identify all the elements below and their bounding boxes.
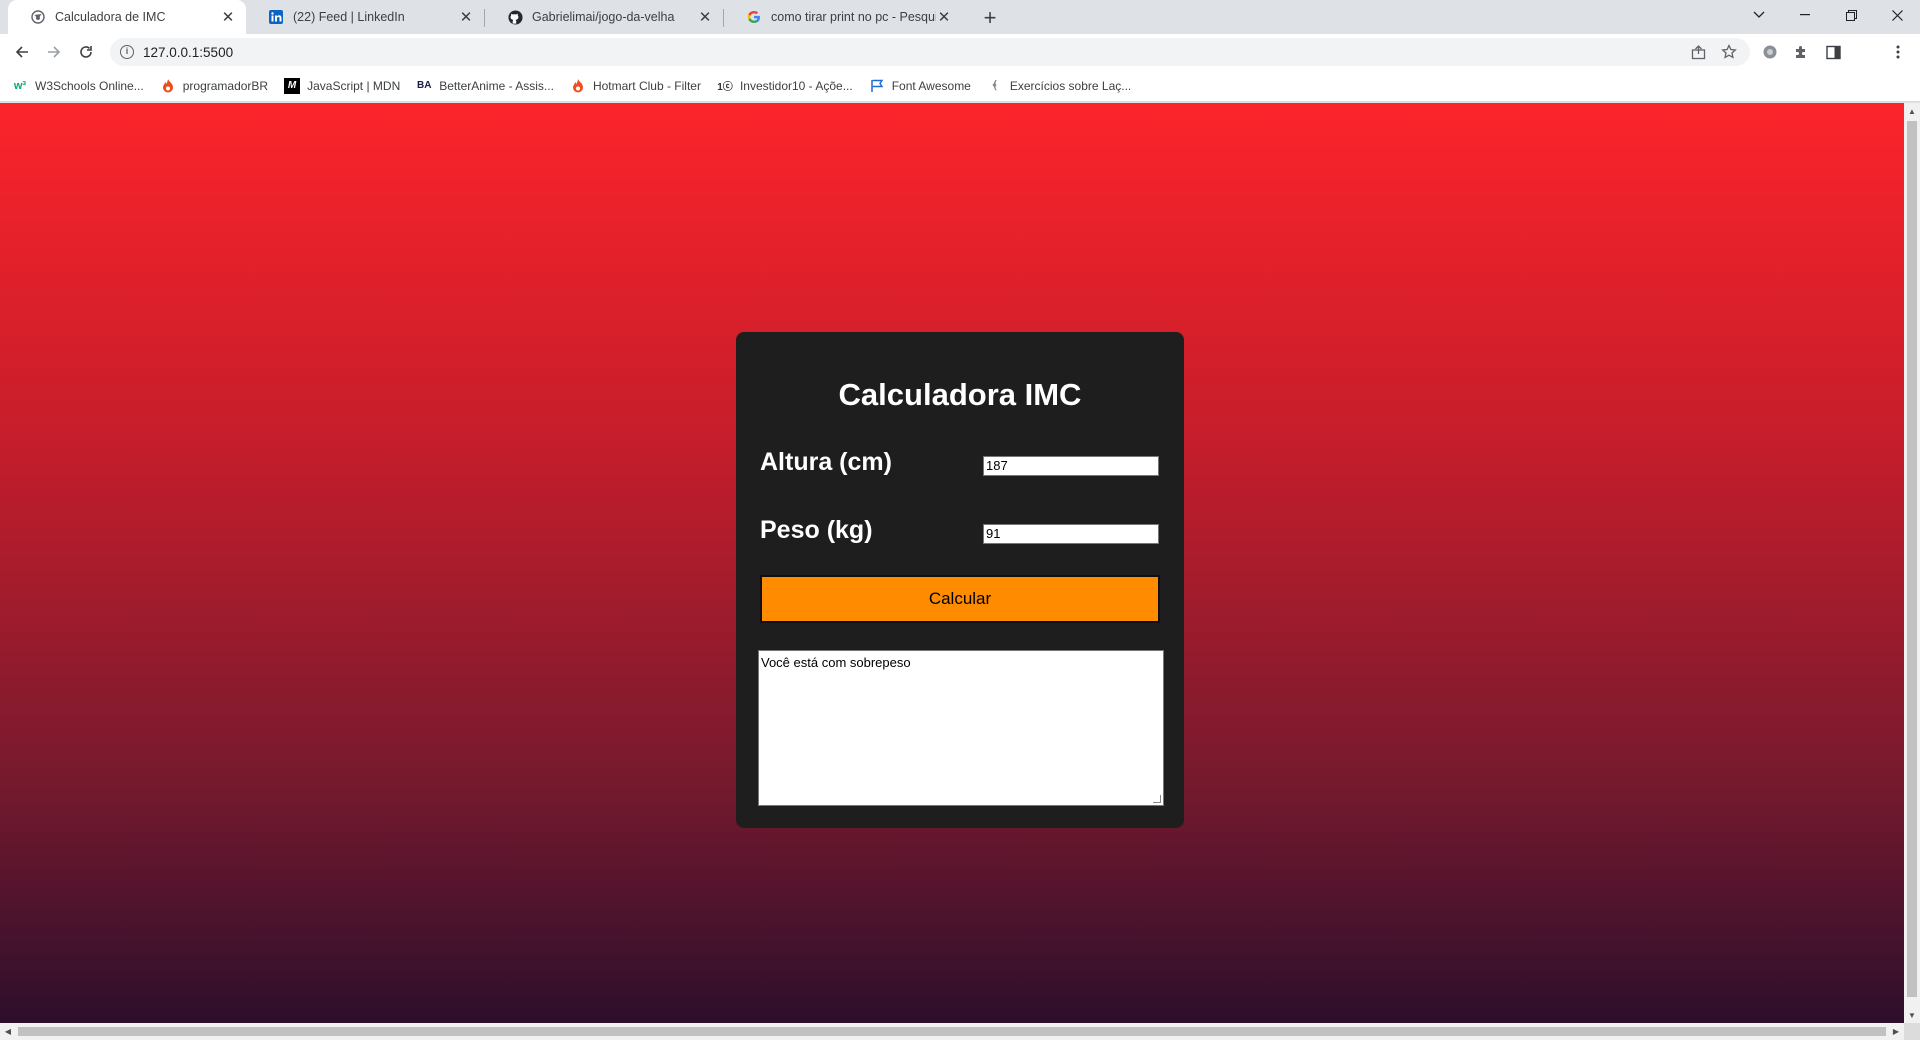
scroll-right-icon[interactable]: ▶ <box>1888 1023 1904 1040</box>
bookmark-label: Investidor10 - Açõe... <box>739 78 853 93</box>
close-icon[interactable]: ✕ <box>697 9 713 26</box>
bookmark-label: programadorBR <box>182 78 269 93</box>
page-title: Calculadora IMC <box>838 377 1082 412</box>
height-label: Altura (cm) <box>760 448 892 476</box>
bookmark-betteranime[interactable]: BA BetterAnime - Assis... <box>416 78 554 94</box>
browser-toolbar: i 127.0.0.1:5500 <box>0 34 1920 98</box>
fire-icon <box>160 78 176 94</box>
betteranime-icon: BA <box>417 80 432 91</box>
investidor10-icon: 1ⓒ <box>717 82 733 93</box>
close-window-button[interactable] <box>1874 0 1920 30</box>
weight-input[interactable]: 91 <box>983 524 1159 544</box>
bookmark-investidor10[interactable]: 1ⓒ Investidor10 - Açõe... <box>717 78 853 94</box>
bookmark-label: JavaScript | MDN <box>307 78 401 93</box>
bookmark-w3schools[interactable]: w³ W3Schools Online... <box>12 78 144 94</box>
forward-button[interactable] <box>40 38 68 66</box>
page-viewport: Calculadora IMC Altura (cm) 187 Peso (kg… <box>0 103 1904 1023</box>
bookmark-label: W3Schools Online... <box>35 78 144 93</box>
star-icon[interactable] <box>1719 42 1739 62</box>
tab-github[interactable]: Gabrielimai/jogo-da-velha ✕ <box>485 0 723 34</box>
tab-calculadora[interactable]: Calculadora de IMC ✕ <box>8 0 246 34</box>
scroll-up-icon[interactable]: ▲ <box>1904 103 1920 119</box>
result-text: Você está com sobrepeso <box>761 655 911 670</box>
tab-title: Calculadora de IMC <box>55 10 166 24</box>
page-icon: ﴾ <box>991 80 999 92</box>
share-icon[interactable] <box>1688 42 1708 62</box>
horizontal-scrollbar[interactable]: ◀ ▶ <box>0 1023 1904 1040</box>
extension-icon[interactable] <box>1760 42 1780 62</box>
imc-calculator-card: Calculadora IMC Altura (cm) 187 Peso (kg… <box>736 332 1184 828</box>
tab-search-button[interactable] <box>1736 0 1782 30</box>
scroll-left-icon[interactable]: ◀ <box>0 1023 16 1040</box>
close-icon[interactable]: ✕ <box>936 9 952 26</box>
menu-icon[interactable] <box>1888 42 1908 62</box>
linkedin-icon <box>268 9 284 25</box>
url-text: 127.0.0.1:5500 <box>143 44 234 60</box>
back-button[interactable] <box>8 38 36 66</box>
new-tab-button[interactable]: + <box>977 5 1003 31</box>
bookmark-mdn[interactable]: M JavaScript | MDN <box>284 77 401 94</box>
tab-linkedin[interactable]: (22) Feed | LinkedIn ✕ <box>246 0 484 34</box>
address-bar[interactable]: i 127.0.0.1:5500 <box>110 38 1750 66</box>
tab-title: Gabrielimai/jogo-da-velha <box>532 10 675 24</box>
result-textarea[interactable]: Você está com sobrepeso <box>758 650 1164 806</box>
globe-icon <box>30 9 46 25</box>
bookmark-exercicios[interactable]: ﴾ Exercícios sobre Laç... <box>987 78 1132 94</box>
scroll-down-icon[interactable]: ▼ <box>1904 1007 1920 1023</box>
tab-title: (22) Feed | LinkedIn <box>293 10 405 24</box>
scrollbar-corner <box>1904 1023 1920 1040</box>
calculate-button[interactable]: Calcular <box>760 575 1160 623</box>
bookmarks-bar: w³ W3Schools Online... programadorBR M J… <box>0 70 1920 102</box>
bookmark-label: Font Awesome <box>891 78 971 93</box>
github-icon <box>507 9 523 25</box>
bookmark-hotmart[interactable]: Hotmart Club - Filter <box>570 78 701 94</box>
bookmark-label: Hotmart Club - Filter <box>592 78 701 93</box>
tab-title: como tirar print no pc - Pesquisa <box>771 10 936 24</box>
vertical-scroll-thumb[interactable] <box>1907 121 1917 997</box>
restore-button[interactable] <box>1828 0 1874 30</box>
info-icon[interactable]: i <box>120 45 134 59</box>
minimize-button[interactable] <box>1782 0 1828 30</box>
mdn-icon: M <box>284 77 301 94</box>
bookmark-label: Exercícios sobre Laç... <box>1009 78 1132 93</box>
close-icon[interactable]: ✕ <box>220 9 236 26</box>
tab-google[interactable]: como tirar print no pc - Pesquisa ✕ <box>724 0 962 34</box>
puzzle-icon[interactable] <box>1791 42 1811 62</box>
side-panel-icon[interactable] <box>1823 42 1843 62</box>
height-input[interactable]: 187 <box>983 456 1159 476</box>
google-icon <box>746 9 762 25</box>
bookmark-label: BetterAnime - Assis... <box>439 78 554 93</box>
resize-grip-icon[interactable] <box>1153 795 1161 803</box>
tab-strip: Calculadora de IMC ✕ (22) Feed | LinkedI… <box>0 0 1920 34</box>
close-icon[interactable]: ✕ <box>458 9 474 26</box>
weight-label: Peso (kg) <box>760 516 873 544</box>
hotmart-icon <box>570 78 586 94</box>
w3schools-icon: w³ <box>13 79 27 92</box>
bookmark-fontawesome[interactable]: Font Awesome <box>869 78 971 94</box>
vertical-scrollbar[interactable]: ▲ ▼ <box>1904 103 1920 1023</box>
horizontal-scroll-thumb[interactable] <box>18 1027 1886 1036</box>
bookmark-programadorbr[interactable]: programadorBR <box>160 78 268 94</box>
reload-button[interactable] <box>72 38 100 66</box>
flag-icon <box>869 78 885 94</box>
